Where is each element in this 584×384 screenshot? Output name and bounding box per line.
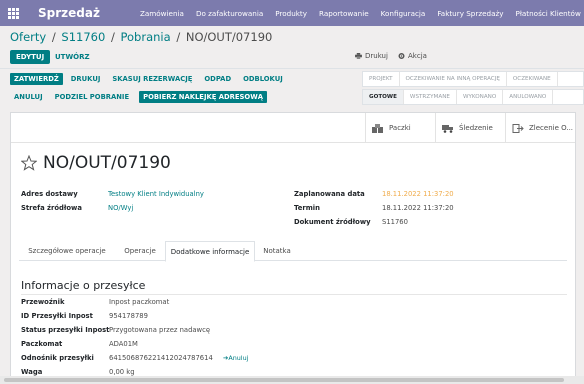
- breadcrumb-current: NO/OUT/07190: [185, 30, 273, 44]
- create-button[interactable]: UTWÓRZ: [55, 50, 90, 64]
- star-icon[interactable]: [21, 155, 37, 171]
- print-button[interactable]: Drukuj: [355, 52, 388, 60]
- stage-cancelled[interactable]: ANULOWANO: [503, 90, 554, 104]
- shipment-section-title: Informacje o przesyłce: [21, 279, 146, 292]
- scheduled-date-value: 18.11.2022 11:37:20: [382, 190, 454, 198]
- deadline-label: Termin: [294, 204, 320, 212]
- menu-item-customer-payments[interactable]: Płatności Klientów: [516, 9, 581, 18]
- record-name: NO/OUT/07190: [43, 153, 171, 173]
- menu-item-configuration[interactable]: Konfiguracja: [381, 9, 426, 18]
- stage-waiting[interactable]: OCZEKIWANE: [507, 72, 558, 86]
- status-bar-row2: GOTOWE WSTRZYMANE WYKONANO ANULOWANO: [362, 89, 584, 105]
- get-shipping-label-button[interactable]: POBIERZ NAKLEJKĘ ADRESOWĄ: [139, 91, 267, 103]
- deadline-value: 18.11.2022 11:37:20: [382, 204, 454, 212]
- main-menu: Zamówienia Do zafakturowania Produkty Ra…: [140, 9, 581, 18]
- tracking-smart-button[interactable]: Śledzenie: [435, 113, 505, 143]
- form-sheet: Paczki Śledzenie Zlecenie O... NO/OUT/07…: [10, 112, 576, 384]
- tab-note[interactable]: Notatka: [255, 241, 299, 261]
- carrier-value: Inpost paczkomat: [109, 298, 170, 306]
- split-picking-button[interactable]: PODZIEL POBRANIE: [51, 91, 134, 103]
- packages-label: Paczki: [389, 124, 411, 132]
- tracking-label: Śledzenie: [459, 124, 493, 132]
- stage-draft[interactable]: PROJEKT: [363, 72, 400, 86]
- header-buttons-row1: ZATWIERDŹ DRUKUJ SKASUJ REZERWACJĘ ODPAD…: [10, 73, 287, 85]
- menu-item-reporting[interactable]: Raportowanie: [319, 9, 369, 18]
- header-buttons-row2: ANULUJ PODZIEL POBRANIE POBIERZ NAKLEJKĘ…: [10, 91, 267, 103]
- notebook-tabs: Szczegółowe operacje Operacje Dodatkowe …: [19, 241, 567, 262]
- inpost-id-value: 954178789: [109, 312, 148, 320]
- unreserve-button[interactable]: SKASUJ REZERWACJĘ: [108, 73, 196, 85]
- delivery-address-value[interactable]: Testowy Klient Indywidualny: [108, 190, 204, 198]
- tracking-ref-label: Odnośnik przesyłki: [21, 354, 94, 362]
- edit-button[interactable]: EDYTUJ: [10, 50, 51, 64]
- print-picking-button[interactable]: DRUKUJ: [67, 73, 105, 85]
- parcel-locker-value: ADA01M: [109, 340, 138, 348]
- breadcrumb-offers[interactable]: Oferty: [10, 30, 46, 44]
- header-divider: [0, 68, 584, 69]
- breadcrumb: Oferty / S11760 / Pobrania / NO/OUT/0719…: [10, 30, 272, 44]
- menu-item-to-invoice[interactable]: Do zafakturowania: [196, 9, 263, 18]
- weight-label: Waga: [21, 368, 43, 376]
- action-label: Akcja: [408, 52, 427, 60]
- breadcrumb-separator: /: [110, 30, 115, 44]
- status-bar-row1: PROJEKT OCZEKIWANIE NA INNĄ OPERACJĘ OCZ…: [362, 71, 584, 87]
- tab-detailed-operations[interactable]: Szczegółowe operacje: [19, 241, 115, 261]
- inpost-id-label: ID Przesyłki Inpost: [21, 312, 93, 320]
- stage-on-hold[interactable]: WSTRZYMANE: [404, 90, 457, 104]
- inpost-status-label: Status przesyłki Inpost: [21, 326, 110, 334]
- validate-button[interactable]: ZATWIERDŹ: [10, 73, 63, 85]
- print-icon: [355, 53, 362, 59]
- apps-menu-icon[interactable]: [0, 0, 26, 26]
- weight-value: 0,00 kg: [109, 368, 135, 376]
- top-navbar: Sprzedaż Zamówienia Do zafakturowania Pr…: [0, 0, 584, 26]
- truck-icon: [442, 124, 453, 133]
- breadcrumb-separator: /: [51, 30, 56, 44]
- source-zone-value[interactable]: NO/Wyj: [108, 204, 133, 212]
- stage-waiting-another[interactable]: OCZEKIWANIE NA INNĄ OPERACJĘ: [400, 72, 507, 86]
- source-zone-label: Strefa źródłowa: [21, 204, 82, 212]
- stage-ready[interactable]: GOTOWE: [363, 90, 404, 104]
- print-label: Drukuj: [365, 52, 388, 60]
- tab-operations[interactable]: Operacje: [115, 241, 165, 261]
- order-label: Zlecenie O...: [529, 124, 574, 132]
- breadcrumb-separator: /: [176, 30, 181, 44]
- delivery-address-label: Adres dostawy: [21, 190, 78, 198]
- inpost-status-value: Przygotowana przez nadawcę: [109, 326, 211, 334]
- gear-icon: [398, 53, 405, 59]
- parcel-locker-label: Paczkomat: [21, 340, 63, 348]
- action-button[interactable]: Akcja: [398, 52, 427, 60]
- source-document-value: S11760: [382, 218, 408, 226]
- smart-button-box: Paczki Śledzenie Zlecenie O...: [11, 113, 575, 143]
- sign-in-icon: [512, 123, 524, 133]
- tracking-ref-value: 641506876221412024787614: [109, 354, 213, 362]
- section-divider: [21, 294, 567, 295]
- scrap-button[interactable]: ODPAD: [200, 73, 235, 85]
- scheduled-date-label: Zaplanowana data: [294, 190, 365, 198]
- stage-done[interactable]: WYKONANO: [457, 90, 504, 104]
- source-document-label: Dokument źródłowy: [294, 218, 371, 226]
- scrollbar-thumb[interactable]: [4, 378, 564, 382]
- cancel-shipment-link[interactable]: ➔Anuluj: [223, 354, 248, 362]
- tab-additional-info[interactable]: Dodatkowe informacje: [165, 241, 255, 262]
- unlock-button[interactable]: ODBLOKUJ: [239, 73, 287, 85]
- breadcrumb-pickings[interactable]: Pobrania: [120, 30, 170, 44]
- menu-item-orders[interactable]: Zamówienia: [140, 9, 184, 18]
- packages-smart-button[interactable]: Paczki: [365, 113, 435, 143]
- order-smart-button[interactable]: Zlecenie O...: [505, 113, 575, 143]
- packages-icon: [372, 123, 383, 133]
- record-title: NO/OUT/07190: [21, 153, 171, 173]
- control-panel: EDYTUJ UTWÓRZ Drukuj Akcja: [10, 50, 574, 64]
- menu-item-products[interactable]: Produkty: [275, 9, 307, 18]
- cancel-button[interactable]: ANULUJ: [10, 91, 47, 103]
- menu-item-sales-invoices[interactable]: Faktury Sprzedaży: [437, 9, 503, 18]
- carrier-label: Przewoźnik: [21, 298, 65, 306]
- tracking-ref-row: 641506876221412024787614 ➔Anuluj: [109, 354, 248, 362]
- cancel-shipment-label: Anuluj: [228, 354, 249, 362]
- breadcrumb-order[interactable]: S11760: [61, 30, 105, 44]
- horizontal-scrollbar[interactable]: [0, 376, 584, 384]
- app-brand[interactable]: Sprzedaż: [38, 6, 100, 20]
